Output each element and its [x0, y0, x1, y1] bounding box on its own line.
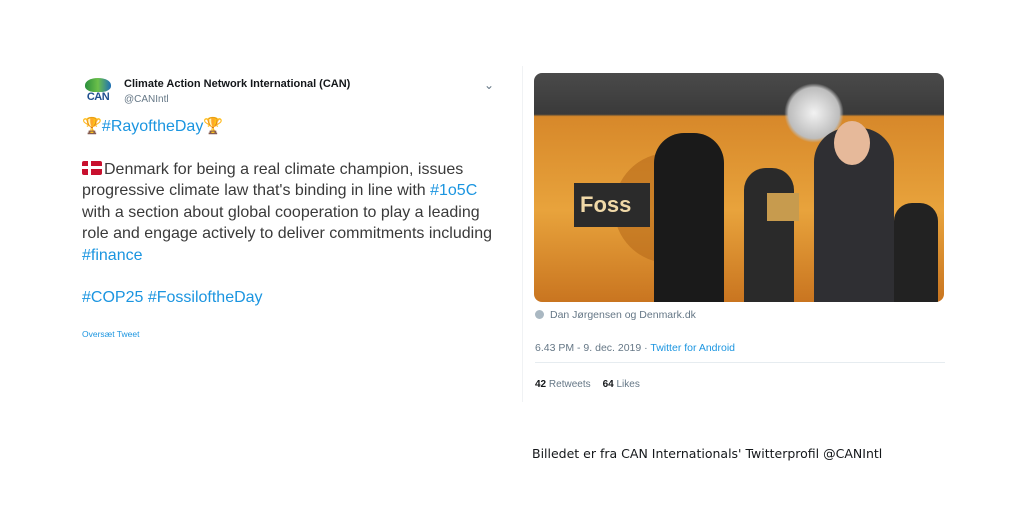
tweet-text-b: with a section about global cooperation …	[82, 203, 492, 243]
hashtag-rayoftheday[interactable]: #RayoftheDay	[102, 118, 203, 135]
hashtag-finance[interactable]: #finance	[82, 247, 143, 264]
photo-banner: Foss	[574, 183, 650, 227]
tweet-source[interactable]: Twitter for Android	[650, 342, 735, 354]
tweet-stats: 42 Retweets 64 Likes	[535, 379, 640, 390]
tweet-paragraph-main: Denmark for being a real climate champio…	[82, 159, 502, 267]
trophy-icon: 🏆	[82, 118, 102, 135]
tweet-line-ray: 🏆#RayoftheDay🏆	[82, 116, 502, 138]
tweet-text-a: Denmark for being a real climate champio…	[82, 160, 464, 200]
image-caption: Billedet er fra CAN Internationals' Twit…	[532, 446, 883, 461]
photo-person-right	[894, 203, 938, 302]
hashtag-1o5c[interactable]: #1o5C	[430, 182, 477, 199]
location-pin-icon	[535, 310, 544, 319]
photo-person-head	[834, 121, 870, 165]
tweet-timestamp[interactable]: 6.43 PM - 9. dec. 2019	[535, 342, 641, 354]
avatar-text: CAN	[86, 91, 110, 103]
retweets-label[interactable]: Retweets	[549, 379, 591, 390]
photo-person-background	[744, 168, 794, 302]
hashtag-fossiloftheday[interactable]: #FossiloftheDay	[148, 289, 263, 306]
translate-tweet-link[interactable]: Oversæt Tweet	[82, 329, 139, 339]
photo-attribution: Dan Jørgensen og Denmark.dk	[535, 309, 696, 321]
author-name[interactable]: Climate Action Network International (CA…	[124, 78, 350, 90]
denmark-flag-icon	[82, 160, 102, 175]
hashtag-cop25[interactable]: #COP25	[82, 289, 143, 306]
photo-person-skeleton-costume	[654, 133, 724, 302]
divider	[535, 362, 945, 363]
trophy-icon: 🏆	[203, 118, 224, 135]
avatar[interactable]: CAN	[82, 76, 114, 108]
can-logo-swoosh	[85, 78, 111, 92]
tweet-hashtags: #COP25 #FossiloftheDay	[82, 287, 502, 309]
author-handle[interactable]: @CANIntl	[124, 94, 169, 105]
tweet-meta: 6.43 PM - 9. dec. 2019 · Twitter for And…	[535, 342, 735, 354]
tweet-header: CAN Climate Action Network International…	[82, 74, 502, 114]
retweets-count[interactable]: 42	[535, 379, 546, 390]
tweet-text: 🏆#RayoftheDay🏆 Denmark for being a real …	[82, 116, 502, 330]
likes-count[interactable]: 64	[603, 379, 614, 390]
tweet-card-right: Foss Dan Jørgensen og Denmark.dk 6.43 PM…	[522, 66, 955, 402]
likes-label[interactable]: Likes	[617, 379, 640, 390]
attribution-text[interactable]: Dan Jørgensen og Denmark.dk	[550, 309, 696, 321]
tweet-card-left: CAN Climate Action Network International…	[70, 66, 502, 342]
tweet-photo[interactable]: Foss	[534, 73, 944, 302]
chevron-down-icon[interactable]: ⌄	[484, 78, 494, 92]
photo-award-frame	[767, 193, 799, 221]
